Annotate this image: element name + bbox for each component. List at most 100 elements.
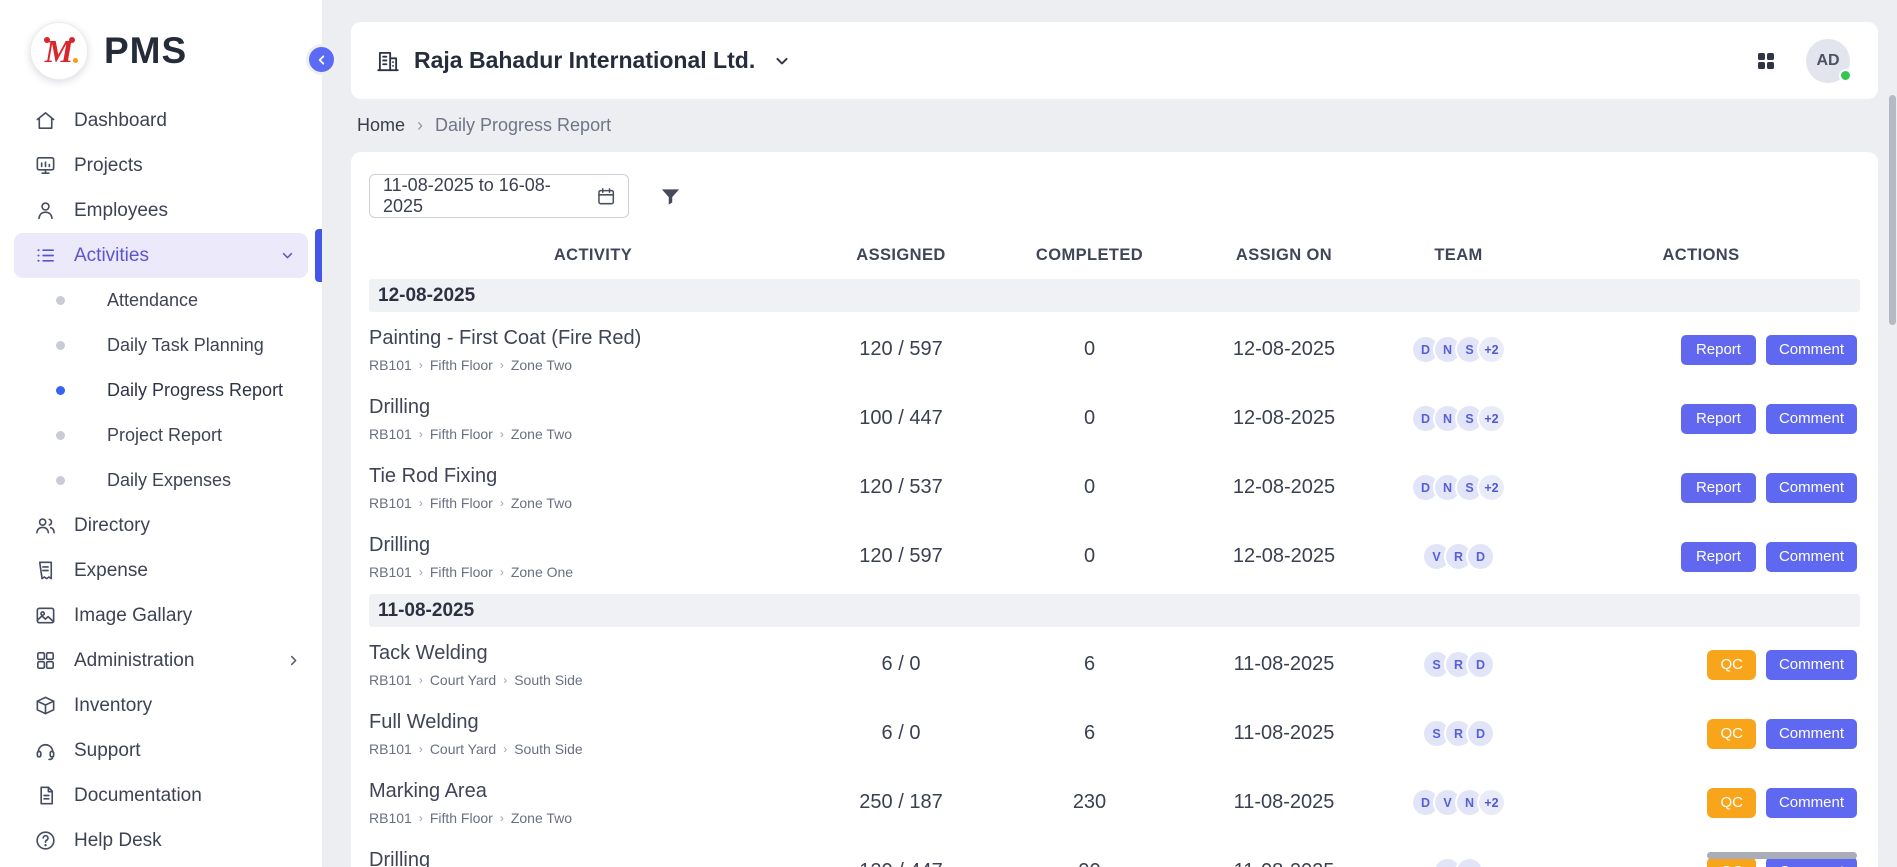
comment-button[interactable]: Comment	[1766, 650, 1857, 680]
sidebar: M PMS DashboardProjectsEmployeesActiviti…	[0, 0, 322, 867]
vertical-scrollbar-thumb[interactable]	[1889, 95, 1896, 325]
activity-location-path: RB101›Fifth Floor›Zone Two	[369, 810, 809, 826]
path-segment: Zone One	[511, 564, 573, 580]
comment-button[interactable]: Comment	[1766, 788, 1857, 818]
bullet-dot-icon	[56, 386, 65, 395]
team-cell: SRD	[1374, 719, 1543, 748]
path-segment: South Side	[514, 741, 583, 757]
actions-cell: Report Comment	[1543, 335, 1859, 365]
sidebar-subitem-daily-expenses[interactable]: Daily Expenses	[0, 458, 322, 503]
report-button[interactable]: Report	[1681, 473, 1756, 503]
report-button[interactable]: Report	[1681, 404, 1756, 434]
path-segment: South Side	[514, 672, 583, 688]
comment-button[interactable]: Comment	[1766, 404, 1857, 434]
report-button[interactable]: Report	[1681, 542, 1756, 572]
path-segment: Fifth Floor	[430, 426, 493, 442]
assign-on-cell: 11-08-2025	[1194, 653, 1374, 676]
comment-button[interactable]: Comment	[1766, 719, 1857, 749]
sidebar-item-expense[interactable]: Expense	[0, 548, 322, 593]
user-avatar[interactable]: AD	[1806, 39, 1850, 83]
path-segment: Court Yard	[430, 741, 496, 757]
team-extra-count[interactable]: +2	[1477, 473, 1506, 502]
team-extra-count[interactable]: +2	[1477, 788, 1506, 817]
sidebar-item-label: Administration	[74, 650, 194, 672]
filter-icon[interactable]	[659, 185, 682, 208]
sidebar-item-label: Expense	[74, 560, 148, 582]
sidebar-item-support[interactable]: Support	[0, 728, 322, 773]
team-member-avatar[interactable]: D	[1466, 542, 1495, 571]
chevron-left-icon	[314, 52, 330, 68]
sidebar-subitem-attendance[interactable]: Attendance	[0, 278, 322, 323]
completed-cell: 0	[985, 407, 1194, 430]
bullet-dot-icon	[56, 431, 65, 440]
assigned-cell: 120 / 597	[817, 338, 985, 361]
brand: M PMS	[0, 0, 322, 94]
sidebar-item-projects[interactable]: Projects	[0, 143, 322, 188]
column-header-completed: COMPLETED	[985, 246, 1194, 265]
path-segment: Zone Two	[511, 495, 572, 511]
qc-button[interactable]: QC	[1707, 719, 1756, 749]
path-chevron-icon: ›	[419, 358, 423, 372]
sidebar-item-employees[interactable]: Employees	[0, 188, 322, 233]
team-member-avatar[interactable]: D	[1466, 650, 1495, 679]
team-cell: DNS+2	[1374, 404, 1543, 433]
path-chevron-icon: ›	[500, 565, 504, 579]
activity-cell: Full WeldingRB101›Court Yard›South Side	[369, 711, 817, 757]
assign-on-cell: 12-08-2025	[1194, 338, 1374, 361]
sidebar-item-administration[interactable]: Administration	[0, 638, 322, 683]
horizontal-scrollbar-thumb[interactable]	[1707, 852, 1857, 859]
sidebar-item-activities[interactable]: Activities	[14, 233, 308, 278]
chevron-down-icon	[279, 247, 296, 264]
path-chevron-icon: ›	[419, 496, 423, 510]
comment-button[interactable]: Comment	[1766, 542, 1857, 572]
qc-button[interactable]: QC	[1707, 650, 1756, 680]
completed-cell: 6	[985, 722, 1194, 745]
path-chevron-icon: ›	[419, 811, 423, 825]
sidebar-item-directory[interactable]: Directory	[0, 503, 322, 548]
sidebar-item-label: Support	[74, 740, 141, 762]
sidebar-subitem-project-report[interactable]: Project Report	[0, 413, 322, 458]
assign-on-cell: 11-08-2025	[1194, 860, 1374, 867]
calendar-icon	[596, 186, 616, 207]
sidebar-item-image-gallary[interactable]: Image Gallary	[0, 593, 322, 638]
sidebar-item-help-desk[interactable]: Help Desk	[0, 818, 322, 863]
sidebar-subitem-daily-task-planning[interactable]: Daily Task Planning	[0, 323, 322, 368]
sidebar-subitem-daily-progress-report[interactable]: Daily Progress Report	[0, 368, 322, 413]
team-extra-count[interactable]: +2	[1477, 335, 1506, 364]
assigned-cell: 120 / 537	[817, 476, 985, 499]
activity-title: Tie Rod Fixing	[369, 465, 809, 488]
qc-button[interactable]: QC	[1707, 788, 1756, 818]
sidebar-collapse-button[interactable]	[306, 44, 337, 75]
activity-location-path: RB101›Fifth Floor›Zone Two	[369, 357, 809, 373]
sidebar-item-dashboard[interactable]: Dashboard	[0, 98, 322, 143]
actions-cell: QC Comment	[1543, 650, 1859, 680]
report-button[interactable]: Report	[1681, 335, 1756, 365]
date-range-input[interactable]: 11-08-2025 to 16-08-2025	[369, 174, 629, 218]
comment-button[interactable]: Comment	[1766, 335, 1857, 365]
team-extra-count[interactable]: +2	[1477, 404, 1506, 433]
team-member-avatar[interactable]: R	[1455, 857, 1484, 867]
sidebar-item-inventory[interactable]: Inventory	[0, 683, 322, 728]
path-chevron-icon: ›	[500, 811, 504, 825]
comment-button[interactable]: Comment	[1766, 473, 1857, 503]
path-chevron-icon: ›	[419, 673, 423, 687]
path-segment: Zone Two	[511, 426, 572, 442]
assigned-cell: 6 / 0	[817, 653, 985, 676]
path-segment: Fifth Floor	[430, 810, 493, 826]
activity-cell: DrillingRB101›Fifth Floor›Zone Two	[369, 396, 817, 442]
assigned-cell: 250 / 187	[817, 791, 985, 814]
team-cell: DNS+2	[1374, 473, 1543, 502]
assigned-cell: 100 / 447	[817, 407, 985, 430]
activity-location-path: RB101›Fifth Floor›Zone Two	[369, 495, 809, 511]
apps-grid-icon[interactable]	[1754, 49, 1778, 73]
breadcrumb-home[interactable]: Home	[357, 115, 405, 136]
completed-cell: 0	[985, 545, 1194, 568]
filter-row: 11-08-2025 to 16-08-2025	[369, 174, 1860, 218]
path-chevron-icon: ›	[419, 565, 423, 579]
sidebar-subitem-label: Daily Task Planning	[107, 335, 264, 356]
sidebar-item-documentation[interactable]: Documentation	[0, 773, 322, 818]
column-header-team: TEAM	[1374, 246, 1543, 265]
team-member-avatar[interactable]: D	[1466, 719, 1495, 748]
organization-selector[interactable]: Raja Bahadur International Ltd.	[375, 47, 792, 74]
table-row: DrillingRB101›Fifth Floor›Zone Two100 / …	[369, 384, 1860, 453]
